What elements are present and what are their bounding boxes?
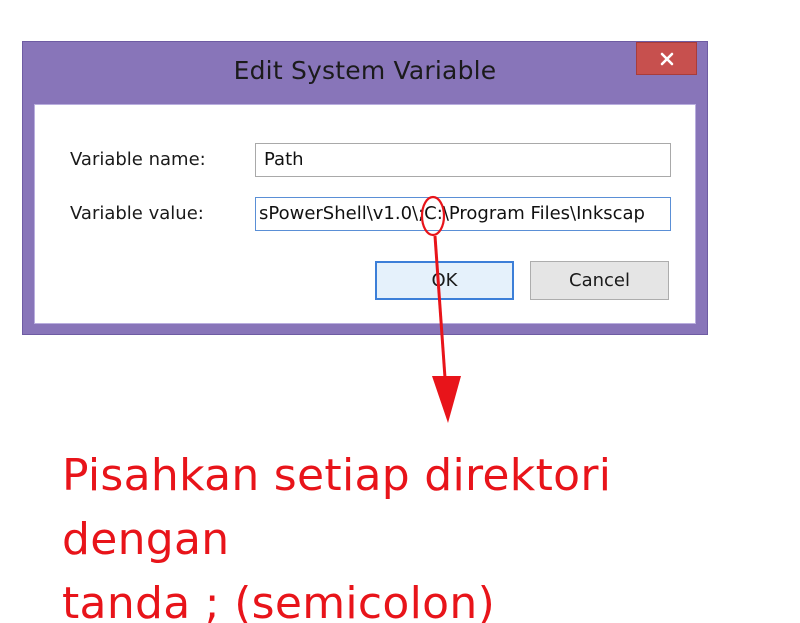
variable-name-field[interactable]: Path <box>255 143 671 177</box>
screenshot-stage: Edit System Variable Variable name: Path… <box>0 0 800 623</box>
annotation-arrow-head <box>432 376 461 423</box>
close-button[interactable] <box>636 42 697 75</box>
ok-button[interactable]: OK <box>375 261 514 300</box>
close-icon <box>660 52 673 65</box>
title-bar[interactable]: Edit System Variable <box>23 42 707 104</box>
variable-value-label: Variable value: <box>70 203 204 224</box>
annotation-line-2: tanda ; (semicolon) <box>62 578 496 623</box>
cancel-button[interactable]: Cancel <box>530 261 669 300</box>
edit-system-variable-dialog: Edit System Variable Variable name: Path… <box>22 41 708 335</box>
dialog-title: Edit System Variable <box>233 56 497 85</box>
variable-name-label: Variable name: <box>70 149 206 170</box>
variable-value-field[interactable]: sPowerShell\v1.0\;C:\Program Files\Inksc… <box>255 197 671 231</box>
dialog-client-area: Variable name: Path Variable value: sPow… <box>34 104 696 324</box>
annotation-caption: Pisahkan setiap direktori dengan tanda ;… <box>62 444 782 623</box>
annotation-line-1: Pisahkan setiap direktori dengan <box>62 450 612 565</box>
